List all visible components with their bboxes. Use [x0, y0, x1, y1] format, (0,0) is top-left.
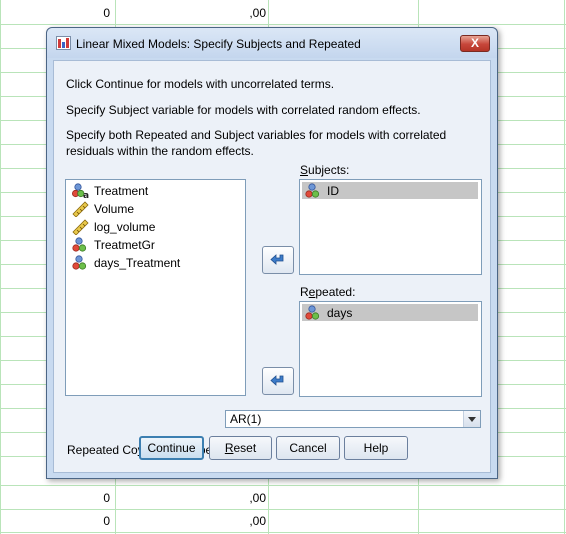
dialog-client-area: Click Continue for models with uncorrela… [53, 60, 491, 473]
arrow-left-icon [270, 254, 284, 265]
nominal-icon [305, 182, 320, 198]
reset-button[interactable]: Reset [209, 436, 272, 460]
list-item[interactable]: log_volume [72, 218, 155, 236]
specify-subjects-dialog: Linear Mixed Models: Specify Subjects an… [46, 27, 498, 479]
chevron-down-icon [468, 417, 476, 422]
dialog-titlebar[interactable]: Linear Mixed Models: Specify Subjects an… [47, 28, 497, 58]
instruction-text: Specify both Repeated and Subject variab… [66, 128, 447, 158]
cell-value[interactable]: ,00 [230, 514, 266, 528]
variable-label: TreatmetGr [94, 238, 155, 252]
subjects-label: Subjects: [300, 163, 350, 177]
cell-value[interactable]: 0 [80, 514, 110, 528]
scale-ruler-icon [72, 219, 89, 235]
repeated-list[interactable]: days [299, 301, 482, 397]
grid-line [564, 0, 565, 534]
cell-value[interactable]: 0 [80, 491, 110, 505]
list-item[interactable]: TreatmetGr [72, 236, 155, 254]
list-item[interactable]: days [302, 304, 478, 321]
cell-value[interactable]: 0 [80, 6, 110, 20]
arrow-left-icon [270, 375, 284, 386]
scale-ruler-icon [72, 201, 89, 217]
variable-label: Treatment [94, 184, 149, 198]
nominal-string-icon: a [72, 183, 89, 199]
covariance-type-value: AR(1) [230, 412, 262, 426]
list-item[interactable]: days_Treatment [72, 254, 180, 272]
variable-source-list[interactable]: a Treatment Volume log_volume TreatmetGr… [65, 179, 246, 396]
help-button[interactable]: Help [344, 436, 408, 460]
variable-label: days_Treatment [94, 256, 181, 270]
grid-line [0, 0, 1, 534]
list-item[interactable]: Volume [72, 200, 134, 218]
instruction-text: Click Continue for models with uncorrela… [66, 77, 335, 91]
grid-line [0, 532, 566, 533]
continue-button[interactable]: Continue [139, 436, 204, 460]
variable-label: log_volume [94, 220, 156, 234]
instruction-text: Specify Subject variable for models with… [66, 103, 421, 117]
dialog-title: Linear Mixed Models: Specify Subjects an… [76, 37, 361, 51]
cell-value[interactable]: ,00 [230, 491, 266, 505]
grid-line [0, 485, 566, 486]
covariance-type-select[interactable]: AR(1) [225, 410, 481, 428]
repeated-variable-label: days [327, 305, 353, 320]
grid-line [0, 24, 566, 25]
list-item[interactable]: ID [302, 182, 478, 199]
linear-mixed-models-icon [56, 36, 71, 50]
repeated-label: Repeated: [300, 285, 356, 299]
grid-line [0, 509, 566, 510]
move-to-repeated-button[interactable] [262, 367, 294, 395]
subjects-list[interactable]: ID [299, 179, 482, 275]
nominal-icon [305, 304, 320, 320]
dropdown-button[interactable] [463, 411, 480, 427]
nominal-icon [72, 237, 87, 252]
variable-label: Volume [94, 202, 135, 216]
move-to-subjects-button[interactable] [262, 246, 294, 274]
close-button[interactable]: X [460, 35, 490, 52]
svg-text:a: a [83, 191, 89, 199]
nominal-icon [72, 255, 87, 270]
cancel-button[interactable]: Cancel [276, 436, 340, 460]
cell-value[interactable]: ,00 [230, 6, 266, 20]
subject-variable-label: ID [327, 183, 339, 198]
list-item[interactable]: a Treatment [72, 182, 148, 200]
